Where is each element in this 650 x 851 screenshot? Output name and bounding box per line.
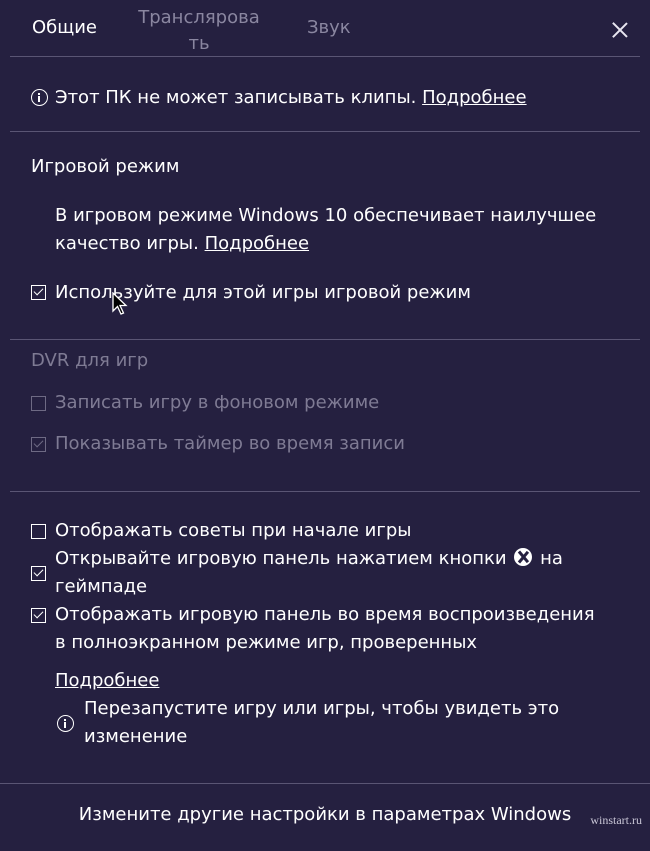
notice-more-link[interactable]: Подробнее: [422, 87, 526, 108]
notice-text: Этот ПК не может записывать клипы.: [55, 87, 417, 108]
info-icon: [57, 715, 74, 732]
game-mode-title: Игровой режим: [31, 156, 180, 177]
restart-note-line2: изменение: [84, 726, 188, 747]
mouse-cursor-icon: [112, 292, 128, 315]
windows-settings-link[interactable]: Измените другие настройки в параметрах W…: [0, 804, 650, 825]
open-panel-label-line2[interactable]: геймпаде: [55, 573, 147, 601]
fullscreen-label[interactable]: Отображать игровую панель во время воспр…: [55, 601, 595, 629]
fullscreen-label-line2[interactable]: в полноэкранном режиме игр, проверенных: [55, 629, 477, 657]
watermark: winstart.ru: [590, 813, 642, 827]
fullscreen-more-link[interactable]: Подробнее: [55, 667, 159, 695]
show-timer-label[interactable]: Показывать таймер во время записи: [55, 430, 405, 458]
divider: [10, 56, 640, 57]
tab-broadcast[interactable]: Трансляровать: [136, 5, 262, 57]
tab-sound[interactable]: Звук: [307, 17, 351, 38]
fullscreen-checkbox[interactable]: [31, 608, 46, 623]
game-mode-description: В игровом режиме Windows 10 обеспечивает…: [55, 205, 597, 226]
game-mode-description-end: качество игры.: [55, 233, 199, 254]
tab-general[interactable]: Общие: [32, 17, 97, 38]
open-panel-text-end: на: [540, 548, 563, 569]
game-mode-checkbox[interactable]: [31, 285, 46, 300]
open-panel-checkbox[interactable]: [31, 566, 46, 581]
background-record-label[interactable]: Записать игру в фоновом режиме: [55, 389, 379, 417]
tips-label[interactable]: Отображать советы при начале игры: [55, 517, 411, 545]
notice-row: Этот ПК не может записывать клипы. Подро…: [55, 84, 527, 112]
open-panel-text: Открывайте игровую панель нажатием кнопк…: [55, 548, 507, 569]
divider: [10, 491, 640, 492]
show-timer-checkbox[interactable]: [31, 437, 46, 452]
tips-checkbox[interactable]: [31, 524, 46, 539]
background-record-checkbox[interactable]: [31, 396, 46, 411]
xbox-icon: [514, 548, 533, 566]
divider: [10, 131, 640, 132]
open-panel-label[interactable]: Открывайте игровую панель нажатием кнопк…: [55, 545, 563, 573]
divider: [10, 339, 640, 340]
info-icon: [31, 89, 48, 106]
game-mode-description-line2: качество игры. Подробнее: [55, 230, 309, 258]
game-mode-more-link[interactable]: Подробнее: [205, 233, 309, 254]
restart-note: Перезапустите игру или игры, чтобы увиде…: [84, 698, 560, 719]
dvr-title: DVR для игр: [31, 350, 149, 371]
divider: [0, 783, 650, 784]
close-icon[interactable]: [606, 17, 634, 45]
